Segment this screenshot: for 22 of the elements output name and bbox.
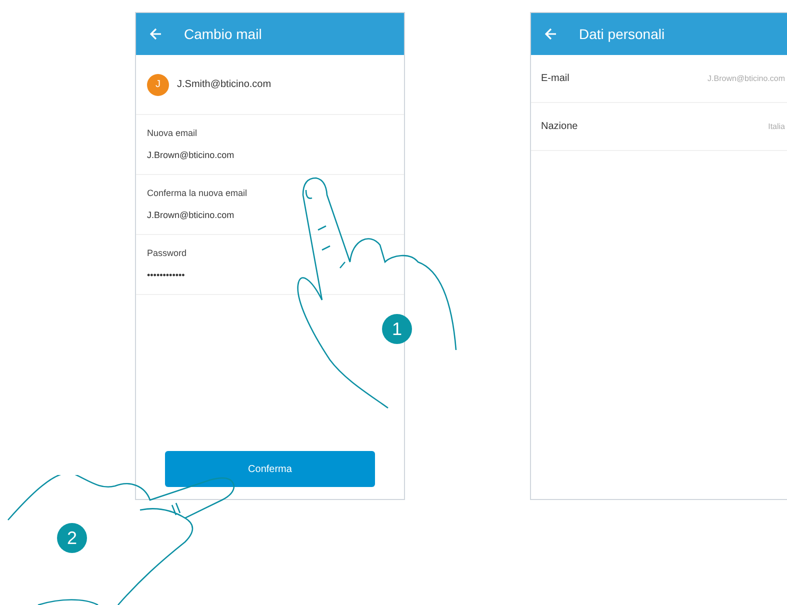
screen-title: Cambio mail <box>184 24 262 44</box>
back-arrow-icon[interactable] <box>150 28 162 40</box>
settings-row[interactable]: E-mail J.Brown@bticino.com <box>531 55 787 103</box>
row-value: Italia <box>768 120 785 132</box>
field-label: Nuova email <box>147 127 198 140</box>
field-value: J.Brown@bticino.com <box>147 148 236 162</box>
field-label: Conferma la nuova email <box>147 187 248 200</box>
field-label: Password <box>147 247 188 260</box>
row-label: Nazione <box>541 120 578 134</box>
input-field[interactable]: Conferma la nuova email J.Brown@bticino.com <box>136 175 404 235</box>
row-value: J.Brown@bticino.com <box>708 72 785 84</box>
back-arrow-icon[interactable] <box>545 28 557 40</box>
step-badge: 2 <box>57 523 87 553</box>
row-label: E-mail <box>541 72 570 86</box>
account-email: J.Smith@bticino.com <box>177 78 272 92</box>
field-value: J.Brown@bticino.com <box>147 208 236 222</box>
avatar: J <box>147 74 169 96</box>
input-field[interactable]: Password •••••••••••• <box>136 235 404 295</box>
settings-row[interactable]: Nazione Italia <box>531 103 787 151</box>
screen-title: Dati personali <box>579 24 665 44</box>
field-value: •••••••••••• <box>147 268 186 282</box>
input-field[interactable]: Nuova email J.Brown@bticino.com <box>136 115 404 175</box>
